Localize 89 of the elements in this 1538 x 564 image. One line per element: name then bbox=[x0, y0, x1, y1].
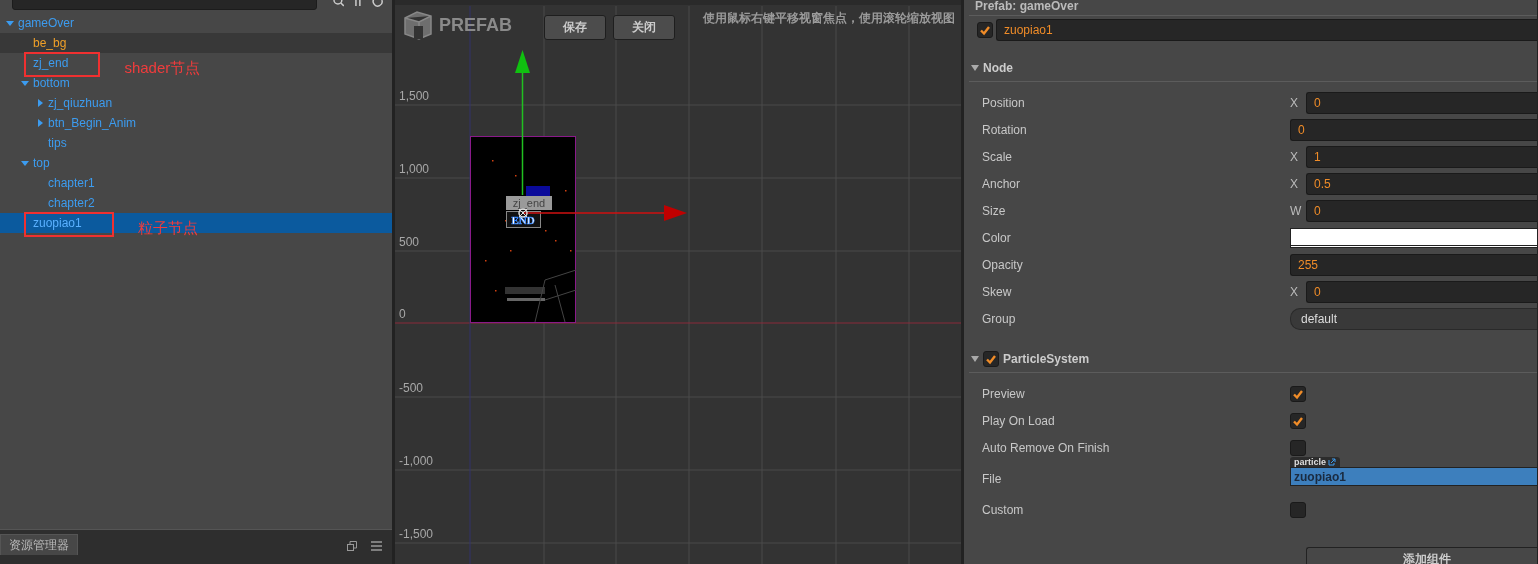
property-label: File bbox=[982, 472, 1003, 486]
node-name: chapter1 bbox=[48, 176, 95, 190]
prefab-logo-text: PREFAB bbox=[439, 14, 512, 36]
axis-label: X bbox=[1290, 284, 1299, 299]
menu-icon[interactable] bbox=[371, 541, 382, 551]
collapse-arrow-icon[interactable] bbox=[971, 64, 979, 72]
node-name: zj_qiuzhuan bbox=[48, 96, 113, 110]
asset-type-tag[interactable]: particle bbox=[1290, 457, 1340, 467]
tree-row[interactable]: chapter2 bbox=[0, 193, 392, 213]
tree-row[interactable]: zj_qiuzhuan bbox=[0, 93, 392, 113]
toolbar-button[interactable]: 保存 bbox=[544, 15, 606, 40]
section-title: ParticleSystem bbox=[1003, 352, 1090, 366]
expand-arrow-icon[interactable] bbox=[5, 18, 15, 28]
axis-label: X bbox=[1290, 95, 1299, 110]
popout-icon[interactable] bbox=[347, 541, 357, 551]
checkbox[interactable] bbox=[1290, 385, 1306, 402]
number-field[interactable]: 1 bbox=[1306, 145, 1537, 168]
move-gizmo-icon bbox=[518, 208, 528, 218]
add-component-button[interactable]: 添加组件 bbox=[1306, 547, 1537, 564]
node-name-field[interactable]: zuopiao1 bbox=[996, 19, 1537, 41]
annotation-note: shader节点 bbox=[124, 59, 201, 78]
property-label: Position bbox=[982, 95, 1026, 110]
property-label: Preview bbox=[982, 386, 1026, 401]
checkbox[interactable] bbox=[1290, 501, 1306, 518]
node-name: zuopiao1 bbox=[33, 216, 82, 230]
axis-label: W bbox=[1290, 203, 1300, 218]
tree-row[interactable]: top bbox=[0, 153, 392, 173]
collapse-arrow-icon[interactable] bbox=[971, 355, 979, 363]
node-name: be_bg bbox=[33, 36, 67, 50]
property-label: Rotation bbox=[982, 122, 1028, 137]
property-label: Auto Remove On Finish bbox=[982, 440, 1111, 455]
node-name: tips bbox=[48, 136, 67, 150]
search-icon[interactable] bbox=[332, 0, 345, 8]
collapse-arrow-icon[interactable] bbox=[35, 98, 45, 108]
property-label: Skew bbox=[982, 284, 1013, 299]
number-field[interactable]: 0 bbox=[1306, 199, 1537, 222]
number-field[interactable]: 0 bbox=[1306, 91, 1537, 114]
axis-label: X bbox=[1290, 176, 1299, 191]
axis-tick-label: 1,500 bbox=[399, 89, 430, 103]
checkbox[interactable] bbox=[983, 351, 999, 367]
external-link-icon[interactable] bbox=[1328, 458, 1336, 466]
tree-row[interactable]: chapter1 bbox=[0, 173, 392, 193]
property-label: Color bbox=[982, 230, 1012, 245]
end-sprite: END bbox=[506, 211, 541, 228]
tree-row[interactable]: btn_Begin_Anim bbox=[0, 113, 392, 133]
toolbar-button[interactable]: 关闭 bbox=[613, 15, 675, 40]
property-label: Anchor bbox=[982, 176, 1022, 191]
axis-tick-label: 0 bbox=[399, 307, 406, 321]
tree-row[interactable]: gameOver bbox=[0, 13, 392, 33]
property-label: Play On Load bbox=[982, 413, 1056, 428]
checkbox[interactable] bbox=[1290, 439, 1306, 456]
hint-text: 使用鼠标右键平移视窗焦点，使用滚轮缩放视图 bbox=[703, 10, 955, 27]
property-label: Opacity bbox=[982, 257, 1024, 272]
number-field[interactable]: 255 bbox=[1290, 253, 1537, 276]
property-label: Size bbox=[982, 203, 1007, 218]
section-title: Node bbox=[983, 61, 1013, 75]
panel-tab[interactable]: 资源管理器 bbox=[0, 534, 78, 555]
expand-arrow-icon[interactable] bbox=[20, 158, 30, 168]
node-name-tag: zj_end bbox=[506, 196, 552, 210]
axis-tick-label: 1,000 bbox=[399, 162, 430, 176]
axis-tick-label: 500 bbox=[399, 235, 420, 249]
color-swatch[interactable] bbox=[1290, 227, 1537, 248]
axis-tick-label: -1,000 bbox=[399, 454, 434, 468]
refresh-icon[interactable] bbox=[372, 0, 384, 8]
prefab-title: Prefab: gameOver bbox=[969, 0, 1537, 16]
property-label: Custom bbox=[982, 502, 1025, 517]
node-name: bottom bbox=[33, 76, 70, 90]
tree-row[interactable]: be_bg bbox=[0, 33, 392, 53]
number-field[interactable]: 0 bbox=[1306, 280, 1537, 303]
asset-field[interactable]: zuopiao1 bbox=[1290, 467, 1537, 486]
property-label: Group bbox=[982, 311, 1017, 326]
node-name: zj_end bbox=[33, 56, 69, 70]
axis-label: X bbox=[1290, 149, 1299, 164]
number-field[interactable]: 0.5 bbox=[1306, 172, 1537, 195]
axis-tick-label: -500 bbox=[399, 381, 424, 395]
node-name: btn_Begin_Anim bbox=[48, 116, 137, 130]
tree-row[interactable]: tips bbox=[0, 133, 392, 153]
group-dropdown[interactable]: default bbox=[1290, 307, 1537, 330]
node-name: gameOver bbox=[18, 16, 75, 30]
node-name: chapter2 bbox=[48, 196, 95, 210]
prefab-cube-icon bbox=[401, 10, 433, 40]
property-label: Scale bbox=[982, 149, 1014, 164]
number-field[interactable]: 0 bbox=[1290, 118, 1537, 141]
axis-tick-label: -1,500 bbox=[399, 527, 434, 541]
node-name: top bbox=[33, 156, 50, 170]
collapse-arrow-icon[interactable] bbox=[35, 118, 45, 128]
checkbox[interactable] bbox=[1290, 412, 1306, 429]
expand-arrow-icon[interactable] bbox=[20, 78, 30, 88]
checkbox[interactable] bbox=[977, 22, 993, 38]
